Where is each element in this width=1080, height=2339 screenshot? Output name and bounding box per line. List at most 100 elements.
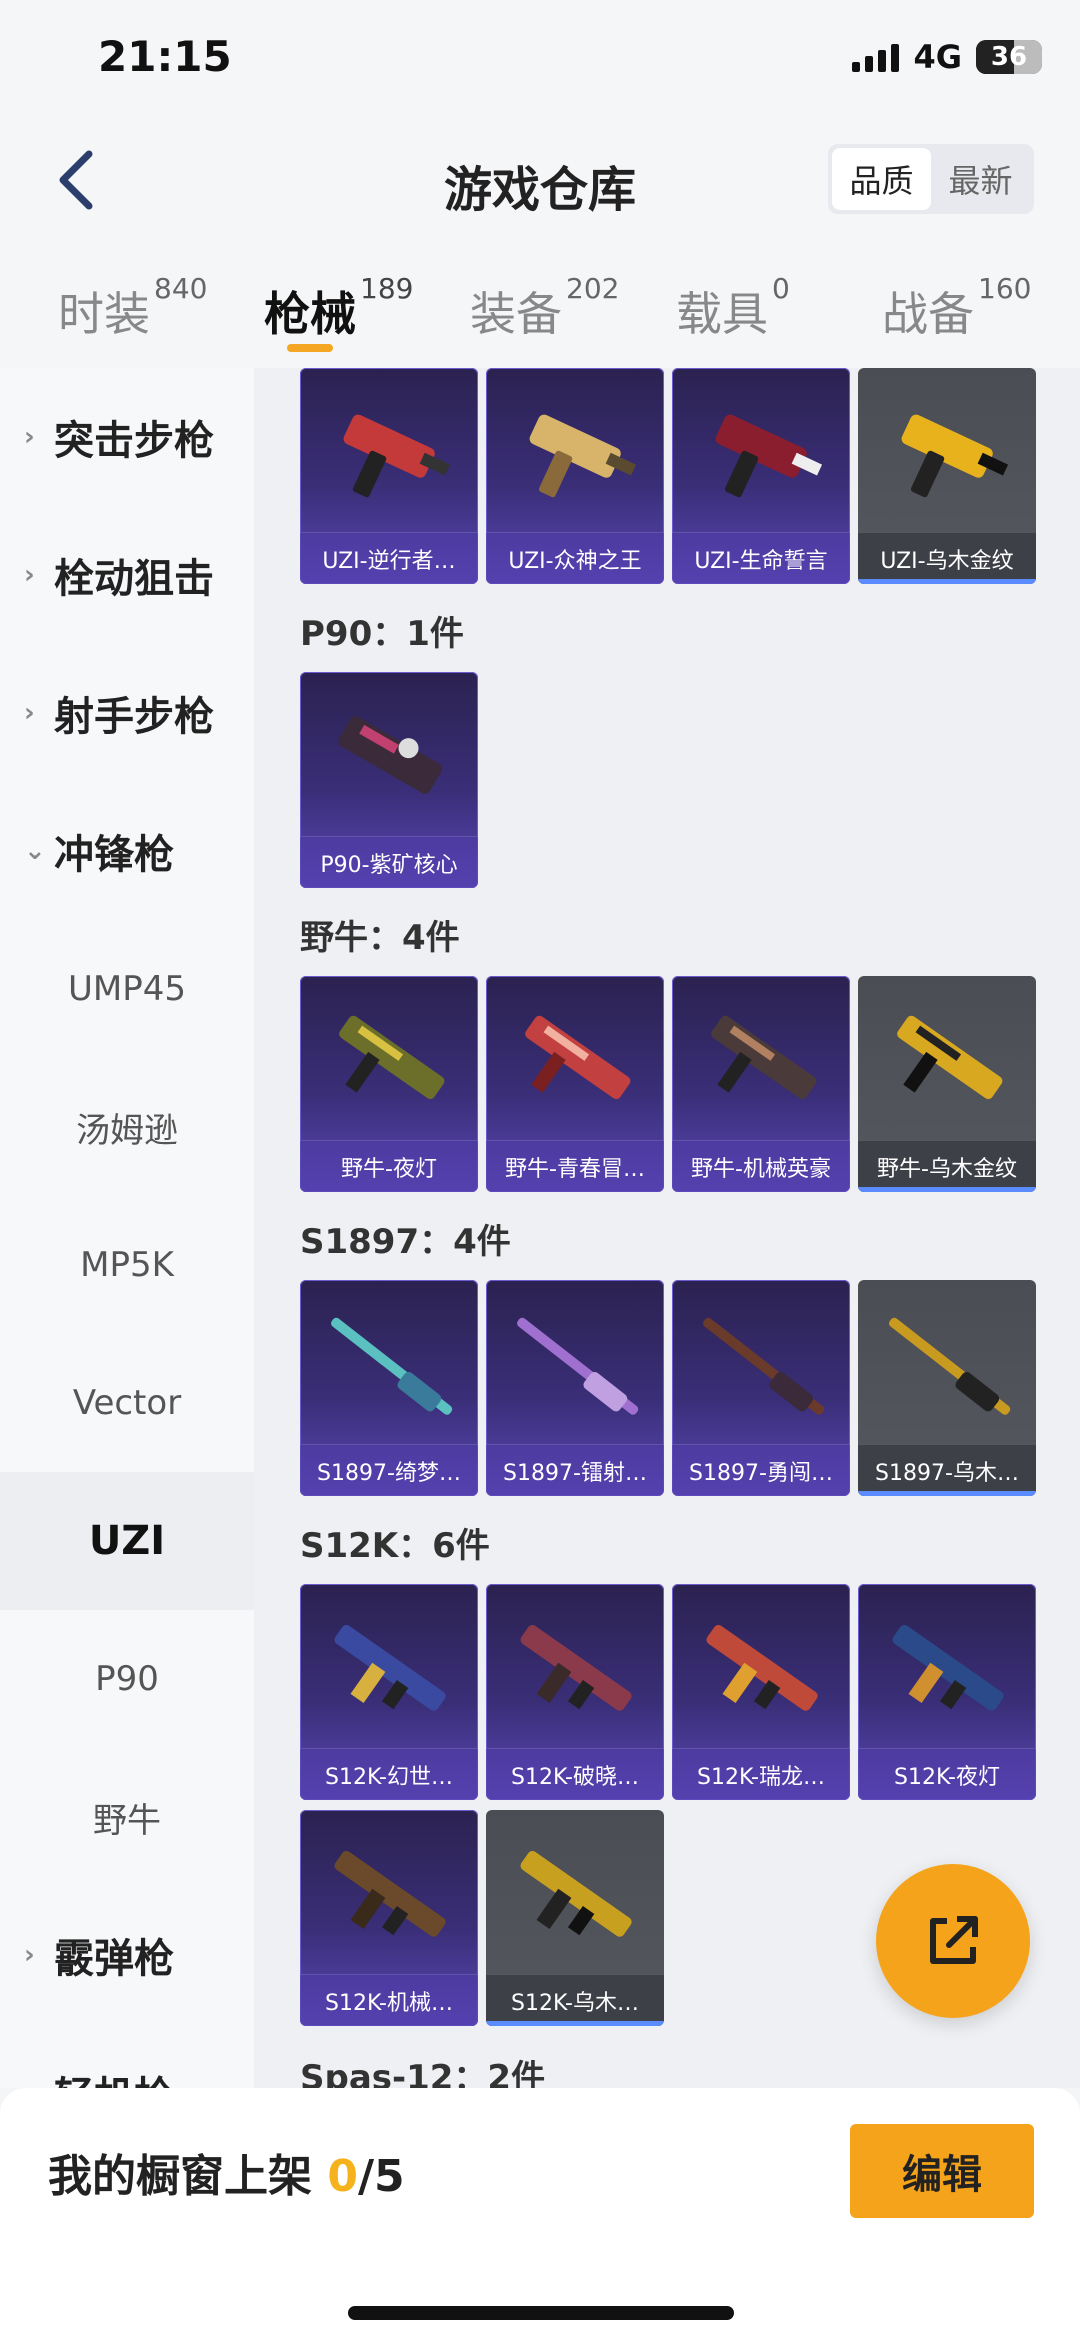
skin-card[interactable]: P90-紫矿核心	[300, 672, 478, 888]
tab-label: 时装	[58, 287, 150, 341]
skin-row: S12K-机械… S12K-乌木…	[300, 1810, 664, 2026]
sidebar-sub-thompson[interactable]: 汤姆逊	[0, 1058, 254, 1196]
sidebar-item-label: 霰弹枪	[54, 1936, 174, 1982]
skin-name: S1897-绮梦…	[300, 1444, 478, 1496]
skin-card[interactable]: S12K-破晓…	[486, 1584, 664, 1800]
active-tab-indicator	[287, 344, 333, 352]
sidebar-sub-mp5k[interactable]: MP5K	[0, 1196, 254, 1334]
skin-card[interactable]: S1897-镭射…	[486, 1280, 664, 1496]
skin-card[interactable]: S12K-瑞龙…	[672, 1584, 850, 1800]
skin-card[interactable]: 野牛-机械英豪	[672, 976, 850, 1192]
signal-icon	[852, 42, 900, 72]
tab-label: 战备	[882, 287, 974, 341]
sidebar-item-label: 栓动狙击	[54, 556, 214, 602]
skin-card[interactable]: UZI-逆行者…	[300, 368, 478, 584]
skin-card[interactable]: S1897-绮梦…	[300, 1280, 478, 1496]
skin-card[interactable]: 野牛-青春冒…	[486, 976, 664, 1192]
battery-level: 36	[990, 42, 1028, 72]
chevron-right-icon: ›	[24, 698, 35, 728]
sidebar-item-marksman-rifle[interactable]: › 射手步枪	[0, 644, 254, 782]
section-title: Spas-12：2件	[300, 2058, 546, 2088]
skin-name: S12K-乌木…	[486, 1974, 664, 2026]
chevron-right-icon: ›	[24, 422, 35, 452]
smg-icon	[897, 1015, 1003, 1100]
smg-icon	[715, 414, 823, 498]
chevron-right-icon: ›	[24, 2078, 54, 2088]
weapon-skin-list: UZI-逆行者… UZI-众神之王 UZI-生命誓言 UZI-乌木金纹 P90：…	[254, 368, 1080, 2088]
sidebar-item-shotgun[interactable]: › 霰弹枪	[0, 1886, 254, 2024]
external-link-icon	[930, 1916, 978, 1964]
tab-fashion[interactable]: 时装 840	[58, 272, 207, 344]
skin-name: S12K-破晓…	[486, 1748, 664, 1800]
app-header: 游戏仓库 品质 最新	[0, 120, 1080, 240]
sort-toggle: 品质 最新	[828, 144, 1034, 214]
skin-card[interactable]: UZI-乌木金纹	[858, 368, 1036, 584]
chevron-down-icon: ⌄	[24, 836, 46, 866]
skin-row: S1897-绮梦… S1897-镭射… S1897-勇闯… S1897-乌木…	[300, 1280, 1036, 1496]
status-bar: 21:15 4G 36	[0, 0, 1080, 120]
status-time: 21:15	[98, 32, 232, 81]
category-tabs: 时装 840 枪械 189 装备 202 载具 0 战备 160	[0, 240, 1080, 368]
edit-button[interactable]: 编辑	[850, 2124, 1034, 2218]
tab-count: 160	[978, 272, 1032, 305]
smg-icon	[343, 414, 451, 498]
showcase-total-count: /5	[357, 2151, 405, 2202]
shotgun-icon	[334, 1624, 446, 1711]
skin-name: S12K-夜灯	[858, 1748, 1036, 1800]
sidebar-sub-ump45[interactable]: UMP45	[0, 920, 254, 1058]
sort-quality-button[interactable]: 品质	[832, 148, 931, 210]
skin-name: 野牛-青春冒…	[486, 1140, 664, 1192]
skin-name: 野牛-机械英豪	[672, 1140, 850, 1192]
sidebar-item-smg[interactable]: ⌄ 冲锋枪	[0, 782, 254, 920]
sidebar-sub-p90[interactable]: P90	[0, 1610, 254, 1748]
tab-count: 189	[360, 272, 414, 305]
section-title: 野牛：4件	[300, 918, 460, 958]
chevron-right-icon: ›	[24, 1940, 35, 1970]
shotgun-icon	[520, 1624, 632, 1711]
skin-name: UZI-逆行者…	[300, 532, 478, 584]
tab-count: 0	[772, 272, 790, 305]
skin-card[interactable]: S12K-机械…	[300, 1810, 478, 2026]
sidebar-sub-vector[interactable]: Vector	[0, 1334, 254, 1472]
skin-card[interactable]: S12K-乌木…	[486, 1810, 664, 2026]
sort-newest-button[interactable]: 最新	[931, 148, 1030, 210]
tab-label: 枪械	[264, 287, 356, 341]
tab-equipment[interactable]: 装备 202	[470, 272, 619, 344]
smg-icon	[529, 414, 637, 498]
skin-card[interactable]: UZI-生命誓言	[672, 368, 850, 584]
share-button[interactable]	[876, 1864, 1030, 2018]
skin-name: UZI-众神之王	[486, 532, 664, 584]
sidebar-sub-uzi[interactable]: UZI	[0, 1472, 254, 1610]
skin-card[interactable]: 野牛-夜灯	[300, 976, 478, 1192]
tab-vehicles[interactable]: 载具 0	[676, 272, 790, 344]
sidebar-item-label: 突击步枪	[54, 418, 214, 464]
rarity-bar	[858, 579, 1036, 584]
sidebar-sub-bizon[interactable]: 野牛	[0, 1748, 254, 1886]
shotgun-icon	[706, 1624, 818, 1711]
home-indicator	[348, 2306, 734, 2320]
skin-name: S12K-瑞龙…	[672, 1748, 850, 1800]
tab-label: 载具	[676, 287, 768, 341]
section-title: S1897：4件	[300, 1222, 511, 1262]
weapon-category-sidebar: › 突击步枪 › 栓动狙击 › 射手步枪 ⌄ 冲锋枪 UMP45 汤姆逊 MP5K Ve…	[0, 368, 254, 2088]
rarity-bar	[858, 1491, 1036, 1496]
skin-card[interactable]: S1897-乌木…	[858, 1280, 1036, 1496]
skin-name: S1897-勇闯…	[672, 1444, 850, 1496]
skin-card[interactable]: S12K-幻世…	[300, 1584, 478, 1800]
tab-count: 840	[154, 272, 208, 305]
sidebar-item-lmg[interactable]: ›轻机枪	[0, 2024, 254, 2088]
status-icons: 4G 36	[852, 38, 1042, 76]
skin-card[interactable]: S12K-夜灯	[858, 1584, 1036, 1800]
skin-name: UZI-生命誓言	[672, 532, 850, 584]
tab-guns[interactable]: 枪械 189	[264, 272, 413, 344]
skin-card[interactable]: UZI-众神之王	[486, 368, 664, 584]
skin-name: 野牛-乌木金纹	[858, 1140, 1036, 1192]
sidebar-item-assault-rifle[interactable]: › 突击步枪	[0, 368, 254, 506]
shotgun-icon	[517, 1317, 639, 1415]
tab-supplies[interactable]: 战备 160	[882, 272, 1031, 344]
skin-card[interactable]: S1897-勇闯…	[672, 1280, 850, 1496]
shotgun-icon	[889, 1317, 1011, 1415]
sidebar-item-bolt-sniper[interactable]: › 栓动狙击	[0, 506, 254, 644]
shotgun-icon	[703, 1317, 825, 1415]
skin-card[interactable]: 野牛-乌木金纹	[858, 976, 1036, 1192]
